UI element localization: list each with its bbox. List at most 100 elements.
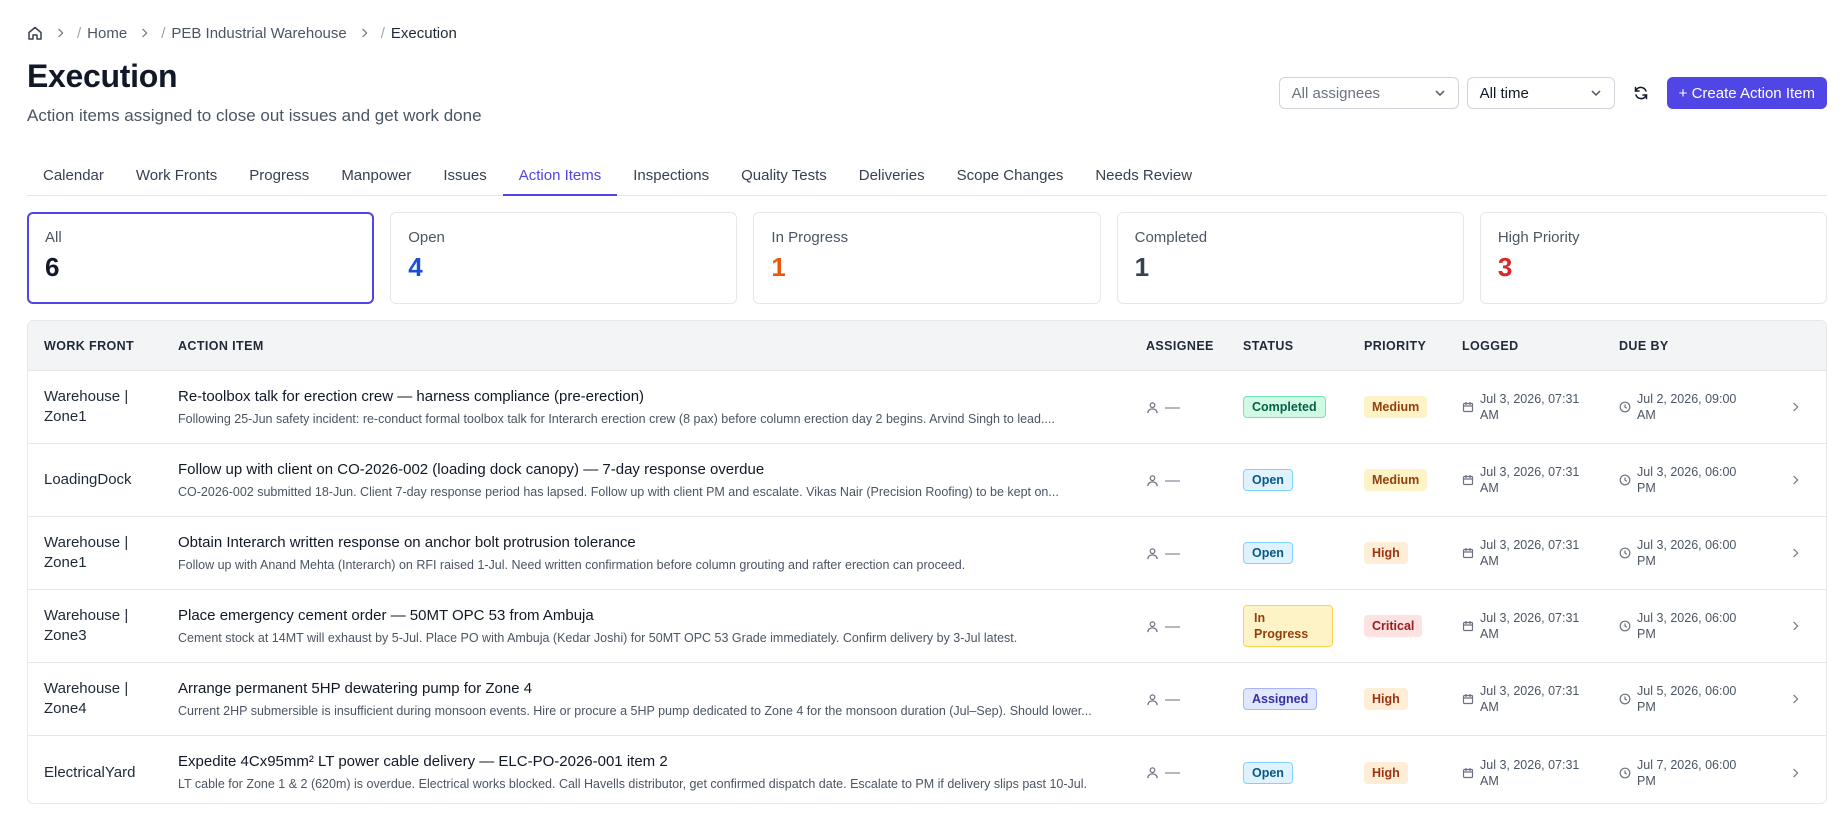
assignee-value: — [1165, 471, 1180, 489]
tab-progress[interactable]: Progress [233, 163, 325, 196]
tab-bar: Calendar Work Fronts Progress Manpower Issue… [27, 163, 1827, 196]
calendar-icon [1462, 547, 1474, 559]
logged-cell: Jul 3, 2026, 07:31 AM [1462, 757, 1619, 789]
due-cell: Jul 7, 2026, 06:00 PM [1619, 757, 1768, 789]
action-items-table: WORK FRONT ACTION ITEM ASSIGNEE STATUS P… [27, 320, 1827, 804]
logged-value: Jul 3, 2026, 07:31 AM [1480, 684, 1580, 714]
refresh-icon [1633, 85, 1649, 101]
action-item-description: Cement stock at 14MT will exhaust by 5-J… [178, 630, 1018, 645]
work-front-cell: Warehouse | Zone4 [44, 680, 129, 717]
column-header-work-front[interactable]: WORK FRONT [28, 339, 178, 353]
time-filter-value: All time [1479, 84, 1529, 102]
action-item-cell: Obtain Interarch written response on anc… [178, 533, 1146, 574]
chevron-down-icon [1590, 87, 1602, 99]
stat-card-in-progress[interactable]: In Progress 1 [753, 212, 1101, 304]
tab-work-fronts[interactable]: Work Fronts [120, 163, 233, 196]
assignee-value: — [1165, 617, 1180, 635]
logged-cell: Jul 3, 2026, 07:31 AM [1462, 610, 1619, 642]
assignee-filter-value: All assignees [1291, 84, 1381, 102]
column-header-assignee[interactable]: ASSIGNEE [1146, 339, 1243, 353]
tab-action-items[interactable]: Action Items [502, 163, 618, 196]
logged-value: Jul 3, 2026, 07:31 AM [1480, 538, 1580, 568]
chevron-right-icon[interactable] [1792, 767, 1802, 779]
priority-badge: Critical [1364, 615, 1423, 637]
action-item-description: Following 25-Jun safety incident: re-con… [178, 411, 1055, 426]
table-row[interactable]: ElectricalYard Expedite 4Cx95mm² LT power… [28, 736, 1826, 803]
chevron-right-icon[interactable] [1792, 474, 1802, 486]
chevron-right-icon[interactable] [1792, 547, 1802, 559]
tab-deliveries[interactable]: Deliveries [843, 163, 941, 196]
user-icon [1146, 693, 1159, 706]
stat-label: Open [408, 229, 445, 246]
chevron-down-icon [1434, 87, 1446, 99]
chevron-right-icon[interactable] [1792, 693, 1802, 705]
due-value: Jul 3, 2026, 06:00 PM [1637, 611, 1737, 641]
refresh-button[interactable] [1623, 77, 1659, 109]
table-row[interactable]: Warehouse | Zone3 Place emergency cement … [28, 590, 1826, 663]
table-header: WORK FRONT ACTION ITEM ASSIGNEE STATUS P… [28, 321, 1826, 371]
column-header-due-by[interactable]: DUE BY [1619, 339, 1768, 353]
action-item-description: Current 2HP submersible is insufficient … [178, 703, 1092, 718]
table-row[interactable]: Warehouse | Zone1 Obtain Interarch writte… [28, 517, 1826, 590]
logged-value: Jul 3, 2026, 07:31 AM [1480, 465, 1580, 495]
tab-quality-tests[interactable]: Quality Tests [725, 163, 843, 196]
table-row[interactable]: Warehouse | Zone1 Re-toolbox talk for ere… [28, 371, 1826, 444]
due-value: Jul 3, 2026, 06:00 PM [1637, 465, 1737, 495]
breadcrumb-project[interactable]: PEB Industrial Warehouse [171, 25, 346, 42]
action-item-cell: Re-toolbox talk for erection crew — harn… [178, 387, 1146, 428]
assignee-filter-select[interactable]: All assignees [1278, 77, 1459, 109]
stat-card-all[interactable]: All 6 [27, 212, 375, 304]
table-row[interactable]: Warehouse | Zone4 Arrange permanent 5HP d… [28, 663, 1826, 736]
priority-badge: High [1364, 688, 1408, 710]
status-badge: Open [1243, 469, 1293, 491]
tab-scope-changes[interactable]: Scope Changes [941, 163, 1080, 196]
action-item-title: Expedite 4Cx95mm² LT power cable deliver… [178, 753, 668, 770]
chevron-right-icon[interactable] [1792, 620, 1802, 632]
tab-manpower[interactable]: Manpower [325, 163, 427, 196]
calendar-icon [1462, 767, 1474, 779]
user-icon [1146, 474, 1159, 487]
action-item-cell: Expedite 4Cx95mm² LT power cable deliver… [178, 752, 1146, 793]
column-header-priority[interactable]: PRIORITY [1364, 339, 1462, 353]
stat-card-high-priority[interactable]: High Priority 3 [1479, 212, 1828, 304]
action-item-cell: Follow up with client on CO-2026-002 (lo… [178, 460, 1146, 501]
home-icon[interactable] [27, 25, 43, 41]
status-badge: Open [1243, 542, 1293, 564]
column-header-logged[interactable]: LOGGED [1462, 339, 1619, 353]
column-header-action-item[interactable]: ACTION ITEM [178, 339, 1146, 353]
priority-badge: Medium [1364, 469, 1428, 491]
clock-icon [1619, 401, 1631, 413]
assignee-value: — [1165, 398, 1180, 416]
stat-card-open[interactable]: Open 4 [390, 212, 738, 304]
tab-needs-review[interactable]: Needs Review [1079, 163, 1208, 196]
logged-value: Jul 3, 2026, 07:31 AM [1480, 392, 1580, 422]
chevron-right-icon [141, 27, 151, 39]
tab-issues[interactable]: Issues [427, 163, 502, 196]
clock-icon [1619, 693, 1631, 705]
logged-value: Jul 3, 2026, 07:31 AM [1480, 757, 1580, 788]
page-title: Execution [27, 58, 178, 94]
column-header-status[interactable]: STATUS [1243, 339, 1364, 353]
action-item-description: LT cable for Zone 1 & 2 (620m) is overdu… [178, 777, 1087, 791]
user-icon [1146, 766, 1159, 779]
action-item-title: Re-toolbox talk for erection crew — harn… [178, 387, 645, 405]
stat-card-completed[interactable]: Completed 1 [1116, 212, 1464, 304]
tab-inspections[interactable]: Inspections [617, 163, 725, 196]
chevron-right-icon [361, 27, 371, 39]
status-badge: Open [1243, 761, 1293, 784]
chevron-right-icon [57, 27, 67, 39]
table-row[interactable]: LoadingDock Follow up with client on CO-2… [28, 444, 1826, 517]
action-item-title: Place emergency cement order — 50MT OPC … [178, 606, 594, 624]
user-icon [1146, 547, 1159, 560]
table-body: Warehouse | Zone1 Re-toolbox talk for ere… [28, 371, 1826, 803]
logged-cell: Jul 3, 2026, 07:31 AM [1462, 683, 1619, 715]
create-action-item-button[interactable]: + Create Action Item [1666, 77, 1827, 109]
clock-icon [1619, 767, 1631, 779]
tab-calendar[interactable]: Calendar [27, 163, 120, 196]
work-front-cell: Warehouse | Zone1 [44, 388, 129, 425]
chevron-right-icon[interactable] [1792, 401, 1802, 413]
due-cell: Jul 3, 2026, 06:00 PM [1619, 464, 1768, 496]
breadcrumb-home[interactable]: Home [87, 25, 127, 42]
time-filter-select[interactable]: All time [1466, 77, 1615, 109]
calendar-icon [1462, 401, 1474, 413]
